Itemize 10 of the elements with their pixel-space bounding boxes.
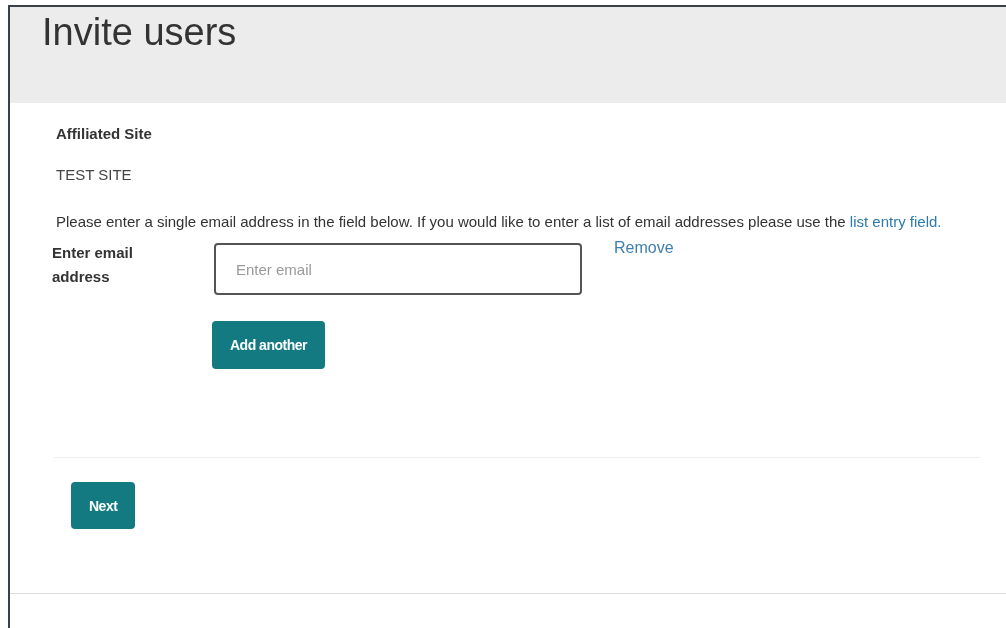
list-entry-link[interactable]: list entry field. bbox=[849, 213, 942, 230]
next-button[interactable]: Next bbox=[71, 482, 136, 529]
site-label: Affiliated Site bbox=[56, 125, 153, 142]
site-value: TEST SITE bbox=[56, 166, 133, 183]
add-another-button[interactable]: Add another bbox=[212, 321, 325, 369]
page-title: Invite users bbox=[42, 10, 238, 55]
remove-link[interactable]: Remove bbox=[614, 239, 674, 257]
email-field[interactable]: Enter email bbox=[214, 243, 582, 295]
email-label: Enter email address bbox=[52, 243, 134, 287]
instructions-text: Please enter a single email address in the field below. If you would like to enter a list of email addresses please use the list entry field. bbox=[56, 212, 943, 232]
